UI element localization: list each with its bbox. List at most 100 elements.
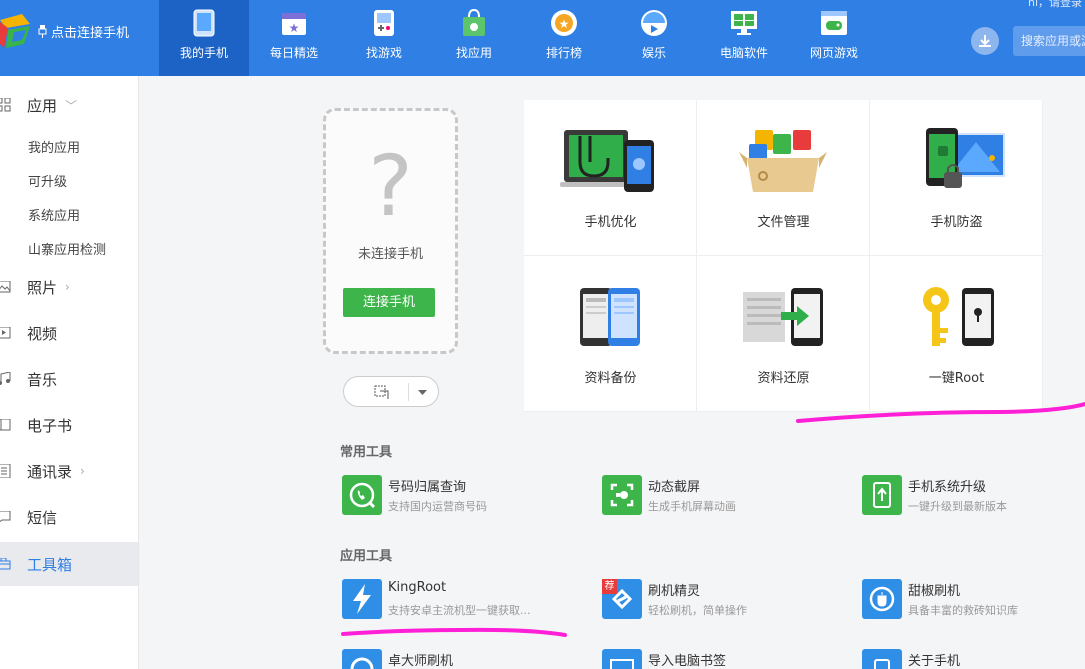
connect-phone-button[interactable]: 连接手机: [343, 288, 435, 317]
tool-number-lookup[interactable]: 号码归属查询 支持国内运营商号码: [342, 475, 582, 517]
sidebar-subitem-my-apps[interactable]: 我的应用: [28, 137, 80, 156]
nav-find-games[interactable]: 找游戏: [339, 0, 429, 76]
tool-description: 生成手机屏幕动画: [648, 500, 736, 513]
bookmark-import-icon: [602, 649, 642, 669]
feature-label: 手机优化: [584, 215, 637, 230]
tool-name: 关于手机: [908, 654, 961, 669]
sidebar-item-label: 通讯录: [27, 462, 73, 481]
phone-search-icon: [342, 475, 382, 515]
nav-pc-software[interactable]: 电脑软件: [699, 0, 789, 76]
connect-phone-label: 点击连接手机: [51, 26, 130, 41]
sidebar-item-apps[interactable]: 应用 ﹀: [0, 83, 138, 127]
unknown-phone-icon: ?: [368, 137, 413, 235]
medal-icon: ★: [549, 8, 579, 38]
phone-connection-card: ? 未连接手机 连接手机: [323, 108, 458, 354]
sidebar-subitem-fake-app-check[interactable]: 山寨应用检测: [28, 239, 106, 258]
nav-label: 排行榜: [545, 46, 582, 60]
book-icon: [0, 417, 13, 433]
screen-capture-icon: [602, 475, 642, 515]
sidebar-item-videos[interactable]: 视频: [0, 311, 138, 355]
dropdown-arrow-icon[interactable]: [418, 390, 427, 395]
sidebar-item-label: 电子书: [27, 416, 73, 435]
login-greeting[interactable]: hi，请登录: [1028, 0, 1082, 10]
nav-my-phone[interactable]: 我的手机: [159, 0, 249, 76]
tool-description: 一键升级到最新版本: [908, 500, 1007, 513]
feature-anti-theft[interactable]: 手机防盗: [870, 100, 1043, 256]
common-tools-title: 常用工具: [340, 445, 393, 460]
tool-flash-wizard[interactable]: 荐 刷机精灵 轻松刷机，简单操作: [602, 579, 842, 621]
connect-phone-link[interactable]: 点击连接手机: [38, 22, 129, 41]
tool-pepper-flash[interactable]: 甜椒刷机 具备丰富的救砖知识库: [862, 579, 1085, 621]
tool-dynamic-screenshot[interactable]: 动态截屏 生成手机屏幕动画: [602, 475, 842, 517]
tool-name: 卓大师刷机: [388, 654, 454, 669]
sidebar-item-ebooks[interactable]: 电子书: [0, 403, 138, 447]
nav-label: 电脑软件: [719, 46, 768, 60]
search-input[interactable]: 搜索应用或游戏: [1013, 26, 1085, 56]
top-bar: 点击连接手机 我的手机 ★ 每日精选 找游戏 找应用 ★ 排行榜 娱乐 电脑软件…: [0, 0, 1085, 76]
master-flash-icon: [342, 649, 382, 669]
file-box-icon: [739, 130, 827, 192]
sidebar-item-label: 应用: [27, 96, 58, 115]
nav-label: 每日精选: [269, 46, 318, 60]
tool-name: 号码归属查询: [388, 480, 467, 495]
tool-about-phone[interactable]: 关于手机: [862, 649, 1085, 669]
tool-description: 支持国内运营商号码: [388, 500, 487, 513]
about-phone-icon: [862, 649, 902, 669]
chevron-right-icon: ›: [80, 464, 85, 478]
download-icon: [979, 35, 991, 47]
main-nav: 我的手机 ★ 每日精选 找游戏 找应用 ★ 排行榜 娱乐 电脑软件 网页游戏: [159, 0, 879, 76]
sidebar-item-sms[interactable]: 短信: [0, 495, 138, 539]
screenshot-button[interactable]: [343, 376, 439, 407]
phone-lock-icon: [926, 128, 1005, 188]
monitor-icon: [729, 8, 759, 38]
chevron-down-icon: ﹀: [65, 98, 78, 113]
image-icon: [0, 279, 13, 295]
phone-icon: [189, 8, 219, 38]
sidebar-item-toolbox[interactable]: 工具箱: [0, 542, 138, 586]
key-icon: [923, 287, 994, 346]
feature-grid: 手机优化 文件管理 手机防盗 资料备份 资料还原 一键Root: [524, 100, 1043, 412]
nav-label: 娱乐: [641, 46, 666, 60]
feature-phone-optimize[interactable]: 手机优化: [524, 100, 697, 256]
nav-entertainment[interactable]: 娱乐: [609, 0, 699, 76]
sidebar-item-photos[interactable]: 照片 ›: [0, 265, 138, 309]
recommended-badge: 荐: [602, 579, 617, 594]
stethoscope-icon: [560, 130, 654, 192]
gamepad-icon: [819, 8, 849, 38]
nav-daily-picks[interactable]: ★ 每日精选: [249, 0, 339, 76]
message-icon: [0, 509, 13, 525]
pepper-icon: [862, 579, 902, 619]
tool-name: 手机系统升级: [908, 480, 987, 495]
tool-system-upgrade[interactable]: 手机系统升级 一键升级到最新版本: [862, 475, 1085, 517]
tool-description: 支持安卓主流机型一键获取...: [388, 604, 531, 617]
sidebar-item-label: 短信: [27, 508, 58, 527]
connection-status: 未连接手机: [357, 247, 423, 262]
feature-label: 文件管理: [757, 215, 810, 230]
feature-label: 资料还原: [757, 371, 810, 386]
calendar-star-icon: ★: [279, 8, 309, 38]
feature-data-restore[interactable]: 资料还原: [697, 256, 870, 412]
sidebar-subitem-upgradable[interactable]: 可升级: [28, 171, 67, 190]
sidebar-item-music[interactable]: 音乐: [0, 357, 138, 401]
sidebar-subitem-system-apps[interactable]: 系统应用: [28, 205, 80, 224]
tool-kingroot[interactable]: KingRoot 支持安卓主流机型一键获取...: [342, 579, 582, 621]
gameboy-icon: [369, 8, 399, 38]
download-manager-button[interactable]: [971, 27, 999, 55]
button-divider: [408, 383, 409, 401]
restore-icon: [743, 288, 823, 346]
feature-file-manager[interactable]: 文件管理: [697, 100, 870, 256]
music-icon: [0, 371, 13, 387]
nav-rankings[interactable]: ★ 排行榜: [519, 0, 609, 76]
tool-import-bookmarks[interactable]: 导入电脑书签: [602, 649, 842, 669]
sidebar-item-contacts[interactable]: 通讯录 ›: [0, 449, 138, 493]
nav-label: 网页游戏: [809, 46, 858, 60]
feature-one-click-root[interactable]: 一键Root: [870, 256, 1043, 412]
backup-icon: [580, 288, 640, 346]
nav-find-apps[interactable]: 找应用: [429, 0, 519, 76]
app-logo-icon: [0, 14, 30, 48]
tool-zhuo-master-flash[interactable]: 卓大师刷机: [342, 649, 582, 669]
system-upgrade-icon: [862, 475, 902, 515]
feature-data-backup[interactable]: 资料备份: [524, 256, 697, 412]
feature-label: 一键Root: [928, 371, 985, 386]
nav-web-games[interactable]: 网页游戏: [789, 0, 879, 76]
